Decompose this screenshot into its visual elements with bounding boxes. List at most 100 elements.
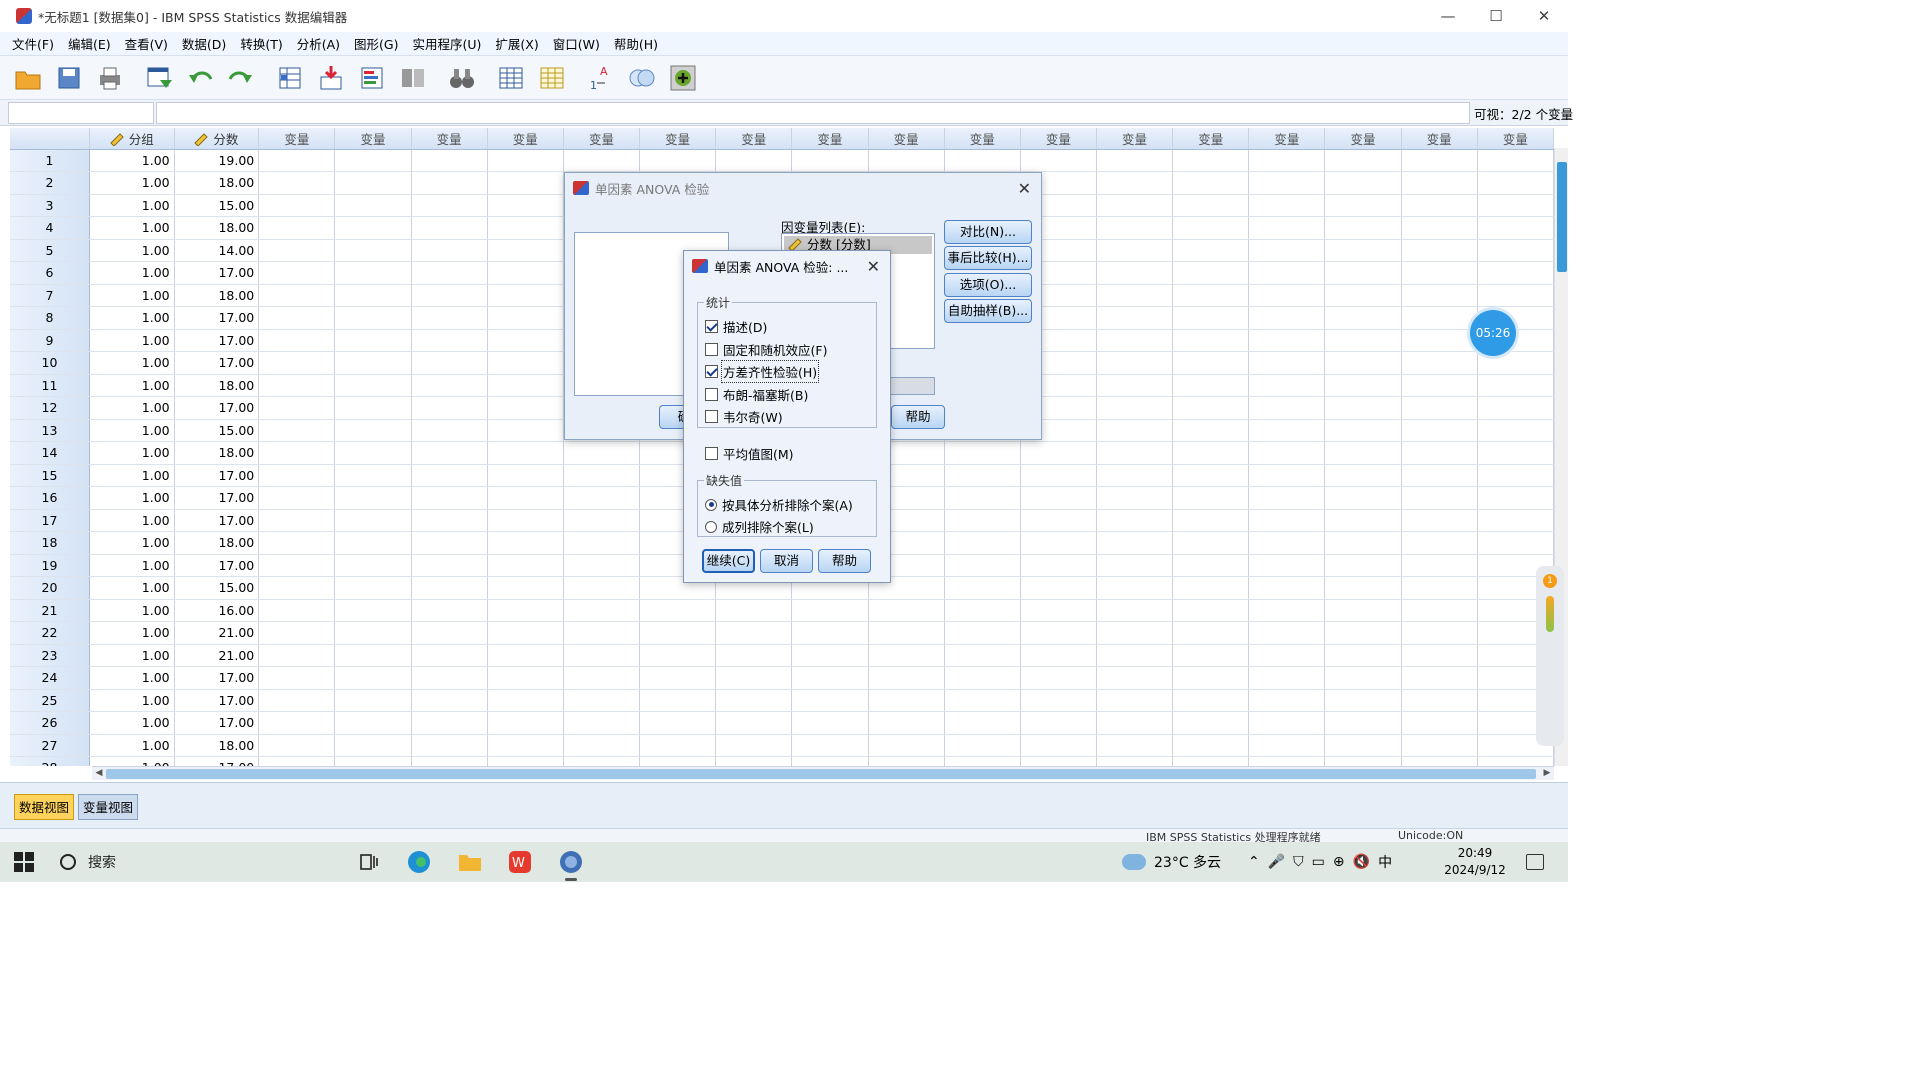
empty-cell[interactable] [1248, 306, 1326, 330]
empty-cell[interactable] [1172, 644, 1250, 667]
menu-edit[interactable]: 编辑(E) [61, 34, 118, 53]
spss-taskbar-icon[interactable] [556, 847, 586, 881]
empty-cell[interactable] [1401, 621, 1478, 645]
empty-cell[interactable] [1324, 734, 1402, 757]
empty-cell[interactable] [1401, 711, 1478, 735]
menu-file[interactable]: 文件(F) [5, 34, 61, 53]
row-header[interactable]: 6 [10, 261, 90, 285]
empty-cell[interactable] [715, 734, 793, 757]
row-header[interactable]: 20 [10, 576, 90, 600]
post-hoc-button[interactable]: 事后比较(H)... [944, 246, 1032, 270]
empty-cell[interactable] [563, 509, 641, 532]
empty-cell[interactable] [411, 599, 488, 622]
tray-chevron-icon[interactable]: ⌃ [1248, 854, 1260, 870]
windows-start-icon[interactable] [14, 852, 34, 872]
empty-cell[interactable] [258, 464, 336, 487]
empty-cell[interactable] [563, 711, 641, 735]
empty-cell[interactable] [1020, 509, 1097, 532]
cell-group[interactable]: 1.00 [89, 464, 175, 487]
empty-cell[interactable] [411, 306, 488, 330]
empty-cell[interactable] [1248, 756, 1326, 766]
empty-cell[interactable] [411, 666, 488, 690]
row-header[interactable]: 14 [10, 441, 90, 465]
empty-cell[interactable] [791, 644, 869, 667]
empty-cell[interactable] [1477, 464, 1554, 487]
main-dialog-close-icon[interactable]: ✕ [1018, 179, 1031, 198]
empty-cell[interactable] [487, 464, 564, 487]
empty-cell[interactable] [411, 464, 488, 487]
tab-data-view[interactable]: 数据视图 [14, 794, 75, 820]
row-header[interactable]: 12 [10, 396, 90, 420]
empty-cell[interactable] [944, 509, 1021, 532]
empty-cell[interactable] [1096, 441, 1174, 465]
empty-cell[interactable] [1324, 216, 1402, 240]
empty-cell[interactable] [1401, 396, 1478, 420]
empty-cell[interactable] [639, 599, 717, 622]
empty-cell[interactable] [868, 621, 945, 645]
empty-cell[interactable] [1172, 149, 1250, 172]
microphone-icon[interactable]: 🎤 [1268, 854, 1285, 870]
row-header[interactable]: 3 [10, 194, 90, 217]
empty-cell[interactable] [487, 194, 564, 217]
continue-button[interactable]: 继续(C) [702, 549, 755, 573]
empty-cell[interactable] [1020, 666, 1097, 690]
empty-cell[interactable] [258, 149, 336, 172]
empty-cell[interactable] [1401, 554, 1478, 577]
empty-cell[interactable] [487, 396, 564, 420]
empty-cell[interactable] [1020, 464, 1097, 487]
cell-group[interactable]: 1.00 [89, 734, 175, 757]
empty-cell[interactable] [1324, 756, 1402, 766]
column-header-empty-variable[interactable]: 变量 [1477, 128, 1554, 150]
empty-cell[interactable] [1020, 689, 1097, 712]
empty-cell[interactable] [791, 666, 869, 690]
empty-cell[interactable] [1401, 486, 1478, 510]
empty-cell[interactable] [411, 374, 488, 397]
empty-cell[interactable] [487, 171, 564, 195]
insert-variable-icon[interactable] [534, 60, 570, 96]
menu-view[interactable]: 查看(V) [118, 34, 175, 53]
variables-icon[interactable] [354, 60, 390, 96]
empty-cell[interactable] [715, 756, 793, 766]
cell-score[interactable]: 17.00 [174, 486, 260, 510]
empty-cell[interactable] [1096, 396, 1174, 420]
empty-cell[interactable] [1324, 419, 1402, 442]
empty-cell[interactable] [1401, 644, 1478, 667]
empty-cell[interactable] [791, 734, 869, 757]
empty-cell[interactable] [487, 644, 564, 667]
empty-cell[interactable] [1172, 734, 1250, 757]
empty-cell[interactable] [1096, 374, 1174, 397]
descriptive-checkbox[interactable] [705, 320, 718, 333]
empty-cell[interactable] [411, 756, 488, 766]
empty-cell[interactable] [1248, 441, 1326, 465]
cell-score[interactable]: 21.00 [174, 621, 260, 645]
cell-score[interactable]: 17.00 [174, 666, 260, 690]
empty-cell[interactable] [334, 689, 412, 712]
goto-case-icon[interactable] [272, 60, 308, 96]
cell-group[interactable]: 1.00 [89, 171, 175, 195]
empty-cell[interactable] [1096, 329, 1174, 352]
column-header-empty-variable[interactable]: 变量 [715, 128, 793, 150]
empty-cell[interactable] [487, 711, 564, 735]
empty-cell[interactable] [1248, 734, 1326, 757]
empty-cell[interactable] [1096, 666, 1174, 690]
empty-cell[interactable] [1096, 149, 1174, 172]
empty-cell[interactable] [1248, 351, 1326, 375]
empty-cell[interactable] [1172, 509, 1250, 532]
empty-cell[interactable] [944, 464, 1021, 487]
notification-center-icon[interactable] [1526, 854, 1544, 870]
empty-cell[interactable] [1248, 284, 1326, 307]
menu-utilities[interactable]: 实用程序(U) [405, 34, 488, 53]
empty-cell[interactable] [411, 216, 488, 240]
empty-cell[interactable] [258, 261, 336, 285]
empty-cell[interactable] [944, 576, 1021, 600]
empty-cell[interactable] [1248, 419, 1326, 442]
empty-cell[interactable] [1096, 216, 1174, 240]
empty-cell[interactable] [1477, 239, 1554, 262]
row-header[interactable]: 15 [10, 464, 90, 487]
empty-cell[interactable] [1096, 486, 1174, 510]
empty-cell[interactable] [411, 621, 488, 645]
empty-cell[interactable] [411, 194, 488, 217]
empty-cell[interactable] [258, 396, 336, 420]
exclude-listwise-radio[interactable] [705, 520, 717, 533]
empty-cell[interactable] [1324, 509, 1402, 532]
